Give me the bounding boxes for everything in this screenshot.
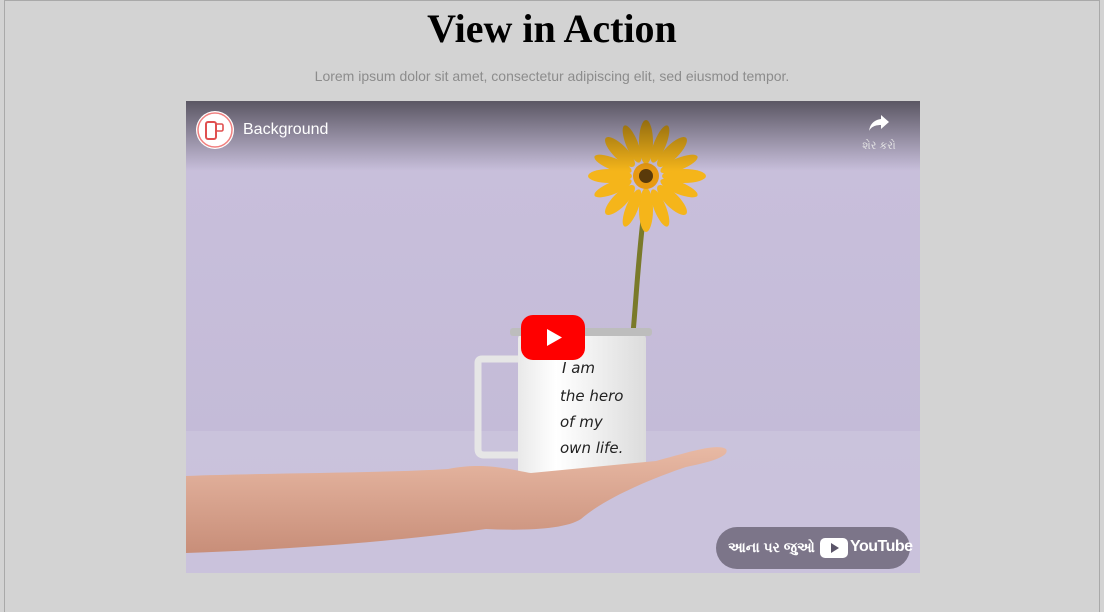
svg-text:own life.: own life. bbox=[560, 439, 623, 457]
youtube-logo-icon bbox=[820, 538, 848, 558]
play-button[interactable] bbox=[521, 315, 585, 360]
page-title: View in Action bbox=[427, 6, 677, 51]
page-subtitle: Lorem ipsum dolor sit amet, consectetur … bbox=[314, 68, 790, 84]
channel-logo-icon[interactable] bbox=[196, 111, 234, 149]
share-arrow-icon bbox=[869, 115, 889, 131]
video-player[interactable]: I am the hero of my own life. Background… bbox=[186, 101, 920, 573]
youtube-wordmark: YouTube bbox=[850, 538, 913, 555]
video-title[interactable]: Background bbox=[243, 121, 328, 139]
svg-text:of my: of my bbox=[560, 413, 604, 431]
svg-text:I am: I am bbox=[562, 359, 595, 377]
share-label: શેર કરો bbox=[862, 140, 896, 152]
share-button[interactable]: શેર કરો bbox=[852, 113, 906, 153]
svg-text:the hero: the hero bbox=[560, 387, 623, 405]
watch-on-youtube-button[interactable]: આના પર જુઓ YouTube bbox=[716, 527, 913, 569]
watch-on-label: આના પર જુઓ bbox=[728, 539, 815, 555]
play-icon bbox=[547, 329, 562, 346]
